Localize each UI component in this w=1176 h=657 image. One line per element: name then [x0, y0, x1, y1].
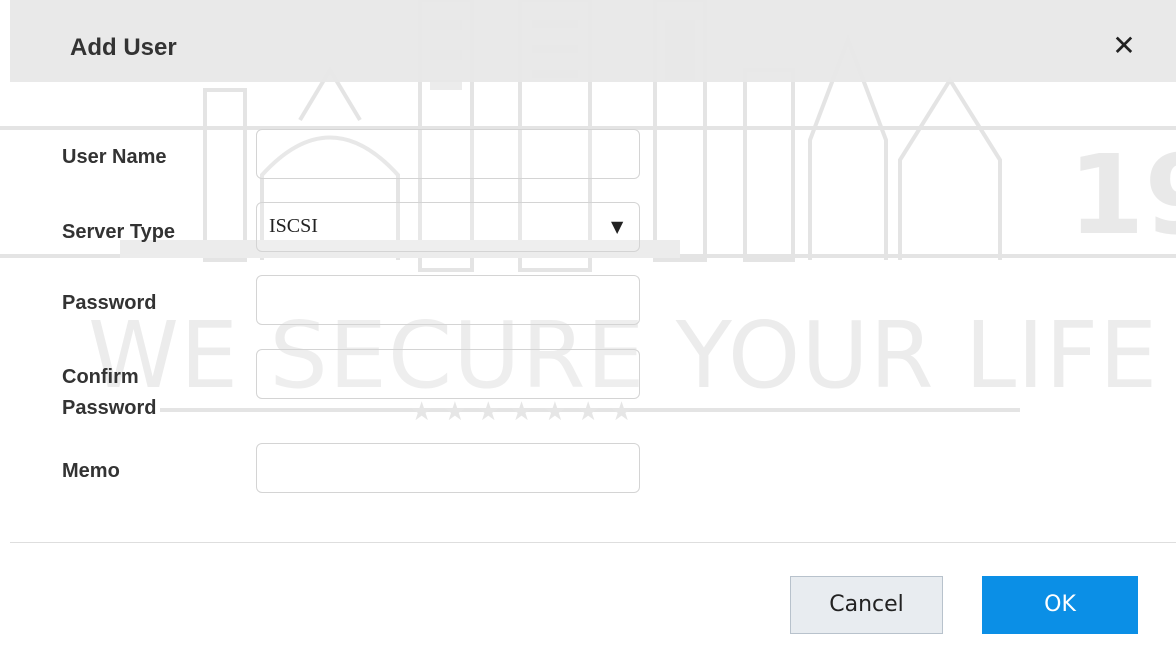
memo-label: Memo	[62, 460, 120, 482]
footer-divider	[10, 542, 1176, 543]
user-name-input[interactable]	[256, 129, 640, 179]
cancel-button[interactable]: Cancel	[790, 576, 943, 634]
close-icon[interactable]: ✕	[1104, 26, 1144, 66]
ok-button[interactable]: OK	[982, 576, 1138, 634]
confirm-password-label-line1: Confirm	[62, 366, 139, 388]
add-user-dialog: Add User ✕ User Name Server Type ISCSI ▼…	[10, 0, 1176, 657]
server-type-select[interactable]: ISCSI ▼	[256, 202, 640, 252]
memo-input[interactable]	[256, 443, 640, 493]
dialog-title: Add User	[70, 34, 177, 61]
password-label: Password	[62, 292, 157, 314]
server-type-value: ISCSI	[269, 215, 318, 237]
confirm-password-input[interactable]	[256, 349, 640, 399]
server-type-label: Server Type	[62, 221, 176, 243]
user-name-label: User Name	[62, 146, 167, 168]
confirm-password-label-line2: Password	[62, 397, 157, 419]
password-input[interactable]	[256, 275, 640, 325]
dialog-header: Add User ✕	[10, 0, 1176, 82]
triangle-down-icon[interactable]: ▼	[611, 217, 623, 236]
